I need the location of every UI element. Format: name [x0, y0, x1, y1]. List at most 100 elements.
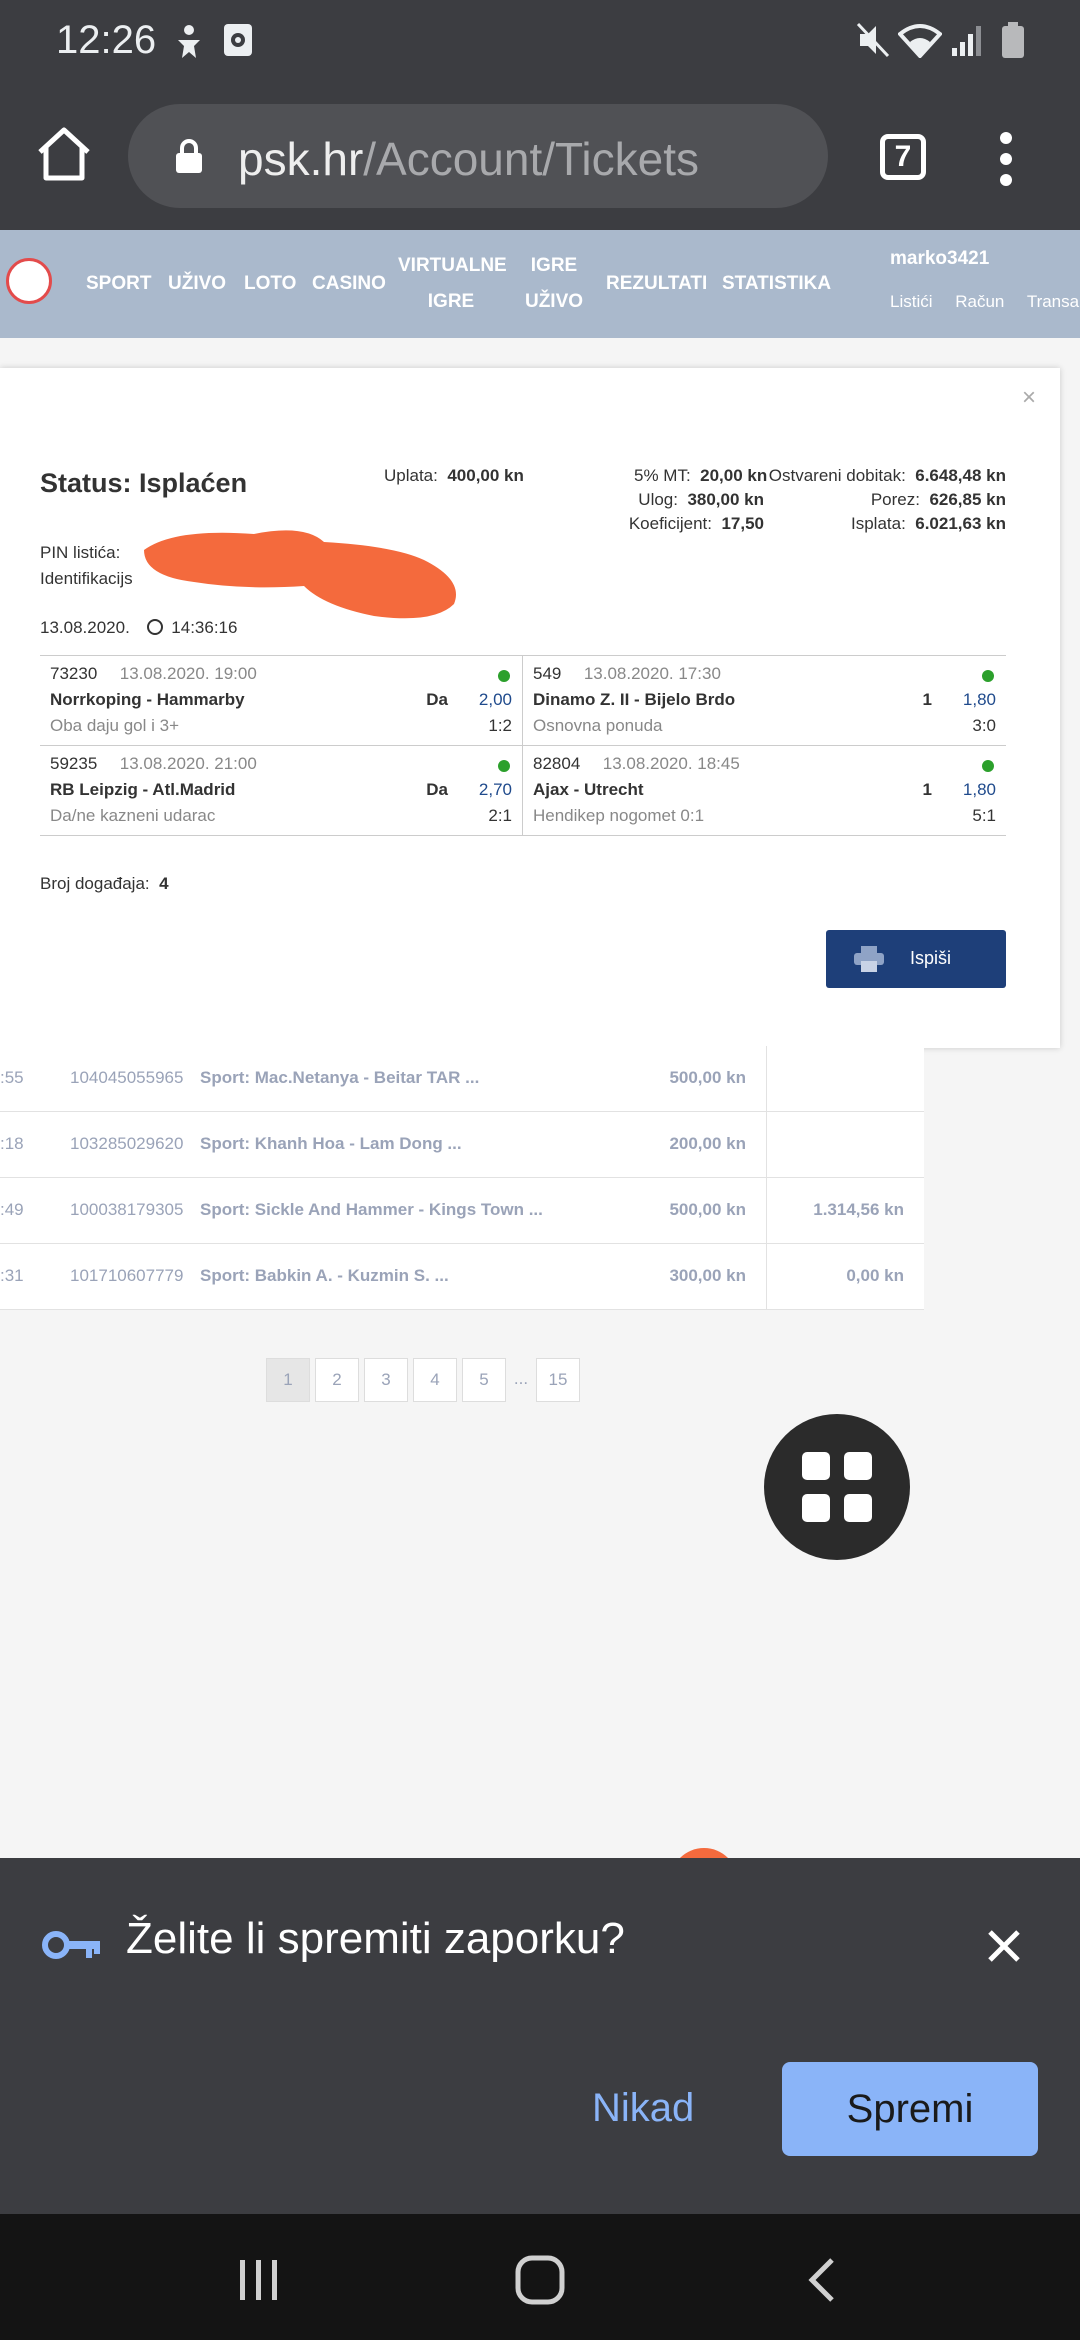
- recent-apps-icon[interactable]: [236, 2258, 282, 2302]
- ticket-description[interactable]: Sport: Mac.Netanya - Beitar TAR ...: [200, 1068, 479, 1088]
- print-button-label: Ispiši: [910, 948, 952, 968]
- ticket-description[interactable]: Sport: Babkin A. - Kuzmin S. ...: [200, 1266, 449, 1286]
- event-market: Osnovna ponuda: [533, 716, 663, 735]
- mt-label: 5% MT:: [634, 466, 691, 485]
- page-1-button[interactable]: 1: [266, 1358, 310, 1402]
- page-2-button[interactable]: 2: [315, 1358, 359, 1402]
- porez-summary: Porez: 626,85 kn: [766, 490, 1006, 510]
- nav-casino[interactable]: CASINO: [312, 266, 386, 302]
- user-link-transakcije[interactable]: Transakci: [1027, 292, 1080, 311]
- user-link-listici[interactable]: Listići: [890, 292, 933, 311]
- nav-statistika[interactable]: STATISTIKA: [722, 266, 831, 302]
- event-odd: 1,80: [962, 690, 996, 709]
- event-match: Ajax - Utrecht: [533, 780, 644, 799]
- porez-value: 626,85 kn: [929, 490, 1006, 509]
- address-bar[interactable]: psk.hr/Account/Tickets: [128, 104, 828, 208]
- event-match: Dinamo Z. II - Bijelo Brdo: [533, 690, 736, 709]
- nav-loto[interactable]: LOTO: [244, 266, 296, 302]
- event-datetime: 13.08.2020. 18:45: [602, 754, 740, 773]
- mt-value: 20,00 kn: [700, 466, 768, 485]
- close-icon[interactable]: [986, 1928, 1022, 1964]
- pagination: 1 2 3 4 5 ... 15: [266, 1358, 585, 1402]
- home-icon[interactable]: [34, 124, 94, 184]
- tab-switcher-button[interactable]: 7: [880, 134, 926, 180]
- events-row: 73230 13.08.2020. 19:00 Norrkoping - Ham…: [40, 656, 1006, 746]
- uplata-label: Uplata:: [384, 466, 438, 485]
- user-link-racun[interactable]: Račun: [955, 292, 1004, 311]
- event-match: Norrkoping - Hammarby: [50, 690, 245, 709]
- mute-icon: [856, 22, 890, 58]
- isplata-value: 6.021,63 kn: [915, 514, 1006, 533]
- ulog-summary: Ulog: 380,00 kn: [634, 490, 764, 510]
- tickets-list: :55 104045055965 Sport: Mac.Netanya - Be…: [0, 1046, 924, 1340]
- key-icon: [42, 1931, 100, 1959]
- events-table: 73230 13.08.2020. 19:00 Norrkoping - Ham…: [40, 655, 1006, 836]
- save-password-button[interactable]: Spremi: [782, 2062, 1038, 2156]
- ticket-row[interactable]: :18 103285029620 Sport: Khanh Hoa - Lam …: [0, 1112, 924, 1178]
- nav-uzivo[interactable]: UŽIVO: [168, 266, 226, 302]
- ticket-row[interactable]: :55 104045055965 Sport: Mac.Netanya - Be…: [0, 1046, 924, 1112]
- event-match: RB Leipzig - Atl.Madrid: [50, 780, 236, 799]
- event-count-label: Broj događaja:: [40, 874, 150, 893]
- lock-icon: [176, 139, 202, 173]
- nav-sport[interactable]: SPORT: [86, 266, 151, 302]
- dobitak-value: 6.648,48 kn: [915, 466, 1006, 485]
- ticket-row[interactable]: :31 101710607779 Sport: Babkin A. - Kuzm…: [0, 1244, 924, 1310]
- nav-rezultati[interactable]: REZULTATI: [606, 266, 707, 302]
- event-result: 5:1: [972, 806, 996, 825]
- apps-grid-button[interactable]: [764, 1414, 910, 1560]
- save-password-prompt: Želite li spremiti zaporku? Nikad Spremi: [0, 1858, 1080, 2214]
- ticket-description[interactable]: Sport: Sickle And Hammer - Kings Town ..…: [200, 1200, 543, 1220]
- event-pick: 1: [922, 690, 932, 709]
- ulog-label: Ulog:: [638, 490, 678, 509]
- ticket-win: 1.314,56 kn: [813, 1200, 904, 1219]
- event-odd: 2,00: [478, 690, 512, 709]
- overflow-menu-icon[interactable]: [996, 132, 1016, 188]
- status-bar: 12:26: [0, 0, 1080, 84]
- username[interactable]: marko3421: [890, 248, 989, 270]
- ident-label: Identifikacijs: [40, 569, 133, 588]
- wifi-icon: [898, 24, 942, 58]
- event-market: Da/ne kazneni udarac: [50, 806, 216, 825]
- dobitak-summary: Ostvareni dobitak: 6.648,48 kn: [766, 466, 1006, 486]
- page-5-button[interactable]: 5: [462, 1358, 506, 1402]
- ticket-win: 0,00 kn: [846, 1266, 904, 1285]
- accessibility-icon: [178, 25, 200, 58]
- won-status-dot: [498, 670, 510, 682]
- battery-icon: [1002, 22, 1024, 58]
- home-nav-icon[interactable]: [514, 2254, 566, 2306]
- event-count-value: 4: [159, 874, 169, 893]
- page-4-button[interactable]: 4: [413, 1358, 457, 1402]
- event-pick: 1: [922, 780, 932, 799]
- nav-igre-uzivo[interactable]: IGRE UŽIVO: [520, 248, 588, 320]
- event-id: 73230: [50, 664, 98, 683]
- page-last-button[interactable]: 15: [536, 1358, 580, 1402]
- print-button[interactable]: Ispiši: [826, 930, 1006, 988]
- ticket-amount: 500,00 kn: [669, 1200, 746, 1219]
- event-market: Hendikep nogomet 0:1: [533, 806, 705, 825]
- pin-label: PIN listića:: [40, 543, 121, 562]
- ticket-id: 101710607779: [70, 1266, 184, 1285]
- ticket-description[interactable]: Sport: Khanh Hoa - Lam Dong ...: [200, 1134, 462, 1154]
- screenshot-notification-icon: [224, 24, 252, 56]
- ticket-row[interactable]: :49 100038179305 Sport: Sickle And Hamme…: [0, 1178, 924, 1244]
- ticket-time: :49: [0, 1200, 24, 1219]
- pin-block: PIN listića: Identifikacijs: [40, 540, 133, 592]
- signal-icon: [952, 26, 981, 56]
- user-menu: Listići Račun Transakci: [890, 292, 1080, 312]
- isplata-label: Isplata:: [850, 514, 906, 533]
- koef-summary: Koeficijent: 17,50: [614, 514, 764, 534]
- ball-logo-icon[interactable]: [6, 258, 52, 304]
- ticket-time: :55: [0, 1068, 24, 1087]
- back-icon[interactable]: [806, 2256, 836, 2304]
- close-icon[interactable]: ×: [1022, 384, 1036, 412]
- page-3-button[interactable]: 3: [364, 1358, 408, 1402]
- never-button[interactable]: Nikad: [592, 2086, 694, 2131]
- event-datetime: 13.08.2020. 21:00: [119, 754, 257, 773]
- nav-virtualne-igre[interactable]: VIRTUALNE IGRE: [398, 248, 507, 320]
- isplata-summary: Isplata: 6.021,63 kn: [766, 514, 1006, 534]
- event-datetime: 13.08.2020. 19:00: [119, 664, 257, 683]
- grid-icon: [802, 1452, 830, 1480]
- event-cell: 549 13.08.2020. 17:30 Dinamo Z. II - Bij…: [523, 656, 1006, 746]
- event-result: 2:1: [488, 806, 512, 825]
